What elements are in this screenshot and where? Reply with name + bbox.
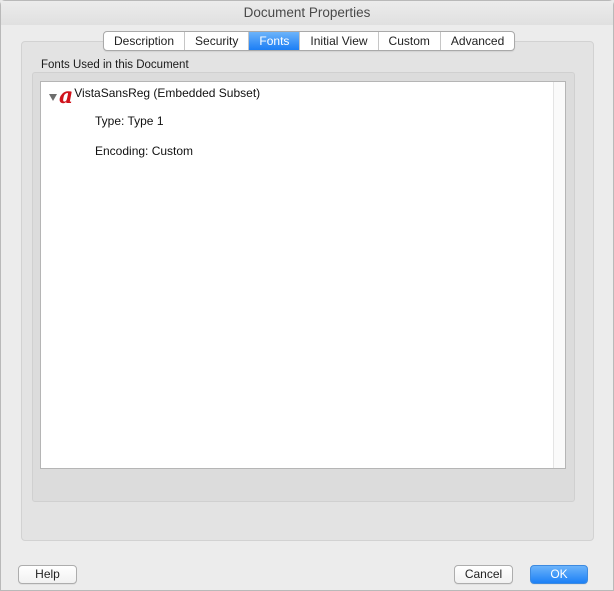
cancel-button[interactable]: Cancel xyxy=(454,565,513,584)
fonts-list[interactable]: a VistaSansReg (Embedded Subset) Type: T… xyxy=(40,81,566,469)
tab-security[interactable]: Security xyxy=(185,32,250,50)
tab-description[interactable]: Description xyxy=(104,32,186,50)
tab-initial-view[interactable]: Initial View xyxy=(300,32,379,50)
help-button[interactable]: Help xyxy=(18,565,77,584)
tab-advanced[interactable]: Advanced xyxy=(441,32,514,50)
disclosure-triangle-icon[interactable] xyxy=(49,93,57,101)
fonts-group-label: Fonts Used in this Document xyxy=(41,59,189,71)
tab-fonts[interactable]: Fonts xyxy=(249,32,301,50)
font-type: Type: Type 1 xyxy=(95,114,164,128)
font-list-item[interactable]: a VistaSansReg (Embedded Subset) xyxy=(49,83,261,109)
window-title: Document Properties xyxy=(1,1,613,25)
type1-font-icon: a xyxy=(59,83,74,109)
font-encoding: Encoding: Custom xyxy=(95,144,194,158)
scrollbar-track[interactable] xyxy=(553,82,565,468)
ok-button[interactable]: OK xyxy=(530,565,588,584)
document-properties-dialog: Document Properties Description Security… xyxy=(0,0,614,591)
tab-custom[interactable]: Custom xyxy=(379,32,441,50)
font-name: VistaSansReg (Embedded Subset) xyxy=(74,86,261,100)
tab-bar: Description Security Fonts Initial View … xyxy=(103,31,516,51)
